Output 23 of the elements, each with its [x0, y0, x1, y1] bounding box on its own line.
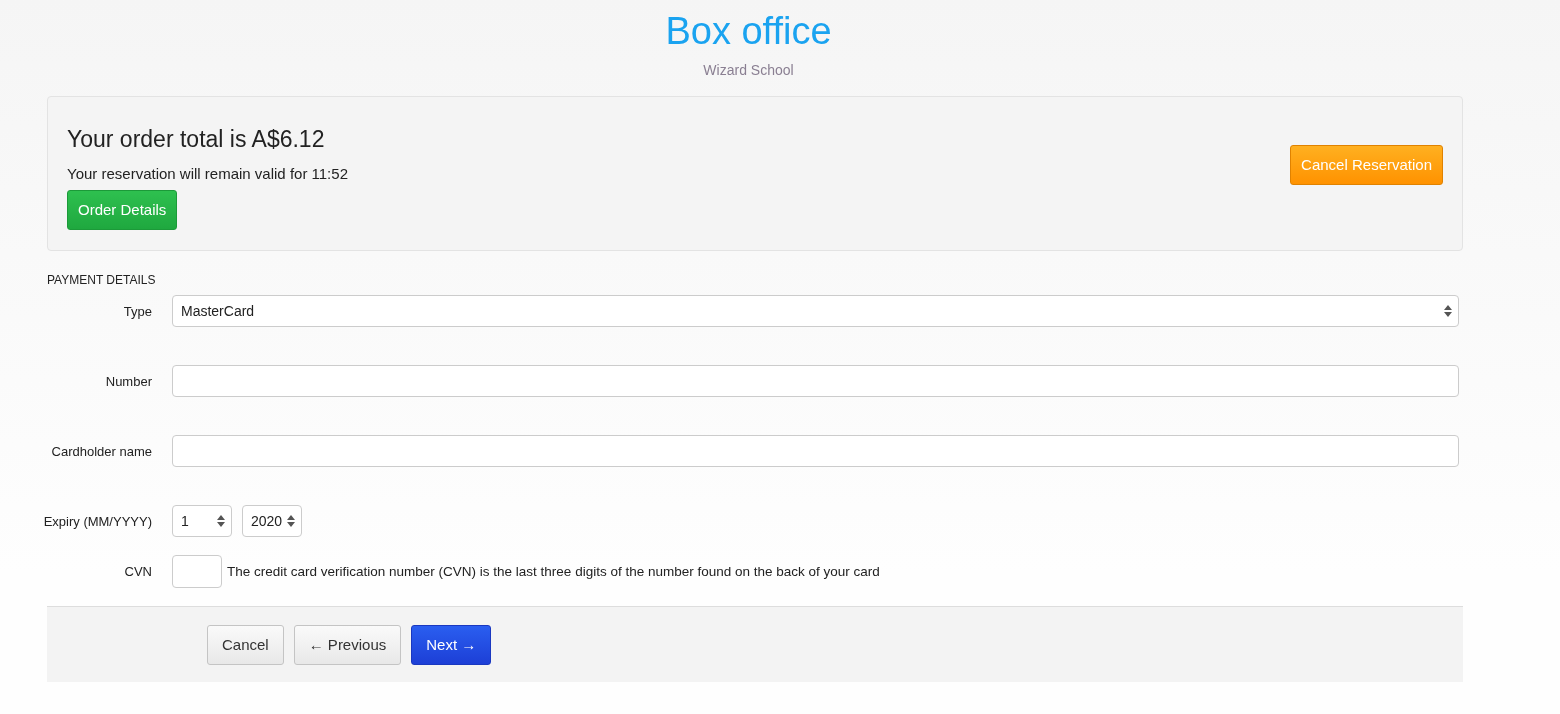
next-button[interactable]: Next → [411, 624, 492, 665]
input-field[interactable] [172, 365, 1459, 397]
cvn-help-text: The credit card verification number (CVN) is the last three digits of the number found on the back of your card [227, 564, 880, 579]
cvn-input-field[interactable] [172, 555, 222, 588]
field-label: CVN [123, 564, 153, 579]
select-arrows-icon [287, 515, 295, 527]
reservation-validity: Your reservation will remain valid for 11:52 [67, 164, 348, 182]
nav-button[interactable]: Cancel [207, 624, 284, 665]
field-label: Expiry (MM/YYYY) [42, 513, 153, 529]
select-arrows-icon [1444, 305, 1452, 317]
field-label: Type [122, 303, 153, 319]
select-arrows-icon [217, 515, 225, 527]
order-total: Your order total is A$6.12 [67, 125, 325, 153]
card-type-select[interactable]: MasterCard [172, 295, 1459, 327]
field-label: Number [104, 373, 153, 389]
section-heading: PAYMENT DETAILS [47, 273, 157, 287]
page-title: Box office [665, 9, 832, 54]
year-select[interactable]: 2020 [242, 505, 302, 537]
input-field[interactable] [172, 435, 1459, 467]
month-select[interactable]: 1 [172, 505, 232, 537]
field-label: Cardholder name [50, 443, 153, 459]
nav-button[interactable]: ← Previous [293, 624, 402, 665]
page-subtitle: Wizard School [703, 62, 794, 78]
